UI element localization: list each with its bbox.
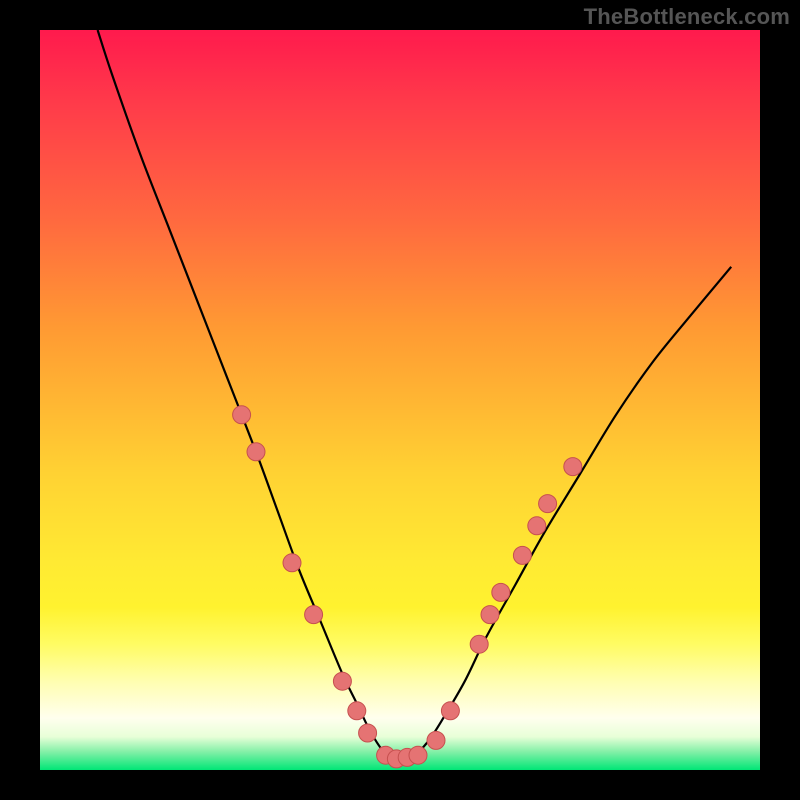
marker-dot [528, 517, 546, 535]
marker-dot [441, 702, 459, 720]
marker-dot [247, 443, 265, 461]
chart-frame: TheBottleneck.com [0, 0, 800, 800]
chart-svg [40, 30, 760, 770]
marker-dot [564, 458, 582, 476]
marker-dot [283, 554, 301, 572]
marker-dot [348, 702, 366, 720]
marker-dot [492, 583, 510, 601]
marker-dot [427, 731, 445, 749]
marker-dot [233, 406, 251, 424]
marker-dot [305, 606, 323, 624]
marker-dot [470, 635, 488, 653]
marker-dot [409, 746, 427, 764]
marker-group [233, 406, 582, 768]
bottleneck-curve [98, 30, 732, 759]
marker-dot [481, 606, 499, 624]
marker-dot [359, 724, 377, 742]
watermark-text: TheBottleneck.com [584, 4, 790, 30]
marker-dot [539, 495, 557, 513]
chart-plot-area [40, 30, 760, 770]
marker-dot [333, 672, 351, 690]
marker-dot [513, 546, 531, 564]
